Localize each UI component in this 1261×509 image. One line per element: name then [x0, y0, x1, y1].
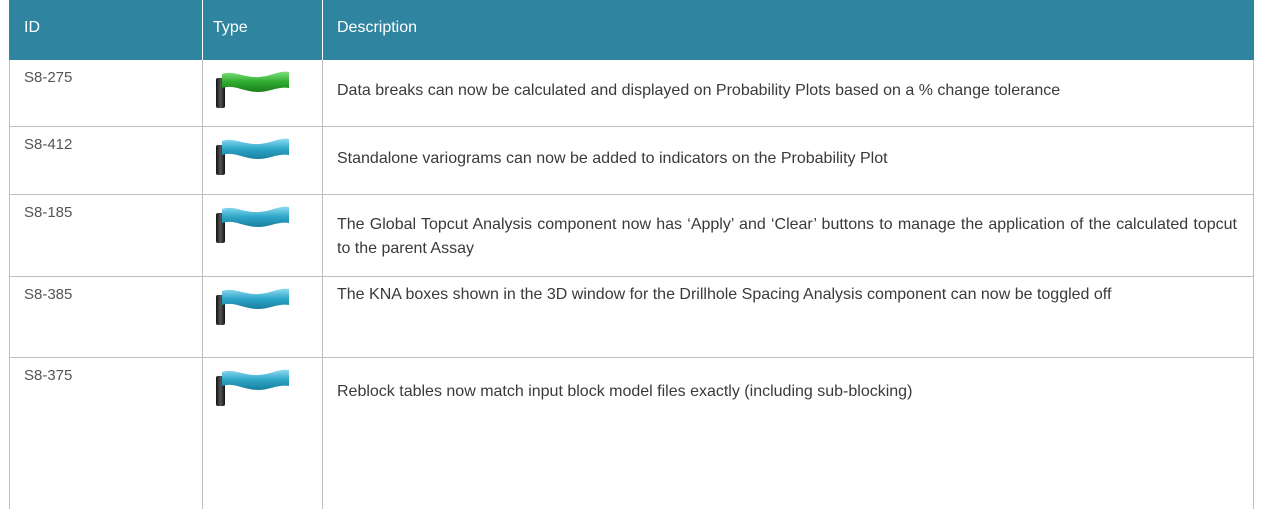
header-id: ID [24, 19, 40, 36]
table-row: S8-385 The KNA boxes shown in the 3D win… [9, 277, 1254, 358]
row-description: Standalone variograms can now be added t… [337, 150, 888, 167]
table-row: S8-412 Standalone variograms can now be … [9, 127, 1254, 195]
row-id: S8-375 [24, 367, 73, 384]
row-description: The Global Topcut Analysis component now… [337, 216, 1237, 257]
row-id: S8-385 [24, 286, 73, 303]
table-body: S8-275 Data breaks can now be calculated… [9, 60, 1254, 509]
header-description: Description [337, 19, 418, 36]
table-row: S8-375 Reblock tables now match input bl… [9, 358, 1254, 509]
table-header: ID Type Description [9, 0, 1254, 60]
release-notes-table: ID Type Description S8-275 Data breaks c… [9, 0, 1254, 509]
header-divider [202, 0, 203, 60]
row-id: S8-412 [24, 136, 73, 153]
row-id: S8-185 [24, 204, 73, 221]
table-row: S8-275 Data breaks can now be calculated… [9, 60, 1254, 127]
blue-flag-icon [214, 285, 294, 325]
blue-flag-icon [214, 366, 294, 406]
table-row: S8-185 The Global Topcut Analysis compon… [9, 195, 1254, 277]
header-divider [322, 0, 323, 60]
blue-flag-icon [214, 203, 294, 243]
row-description: The KNA boxes shown in the 3D window for… [337, 286, 1112, 303]
header-type: Type [213, 19, 248, 36]
blue-flag-icon [214, 135, 294, 175]
row-id: S8-275 [24, 69, 73, 86]
row-description: Data breaks can now be calculated and di… [337, 82, 1061, 99]
green-flag-icon [214, 68, 294, 108]
row-description: Reblock tables now match input block mod… [337, 383, 913, 400]
